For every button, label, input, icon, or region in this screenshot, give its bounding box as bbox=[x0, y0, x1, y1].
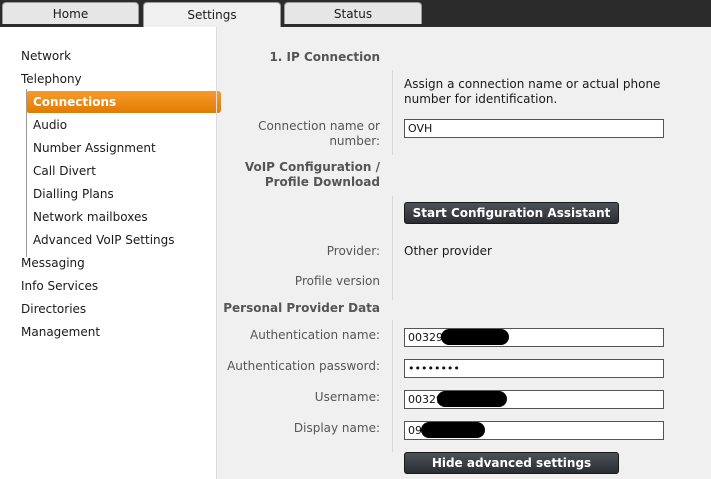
sidebar-item-info-services[interactable]: Info Services bbox=[21, 279, 98, 293]
subnav-guide-line bbox=[26, 89, 27, 257]
sidebar-item-network-mailboxes[interactable]: Network mailboxes bbox=[33, 210, 148, 224]
auth-password-label: Authentication password: bbox=[227, 359, 380, 373]
section-personal-provider-data: Personal Provider Data bbox=[223, 301, 380, 315]
sidebar-divider bbox=[216, 27, 217, 479]
assign-help-text: Assign a connection name or actual phone… bbox=[404, 77, 661, 106]
sidebar-item-advanced-voip[interactable]: Advanced VoIP Settings bbox=[33, 233, 175, 247]
sidebar-item-messaging[interactable]: Messaging bbox=[21, 256, 85, 270]
sidebar-item-management[interactable]: Management bbox=[21, 325, 100, 339]
connection-name-label: Connection name or number: bbox=[258, 119, 380, 148]
tab-status[interactable]: Status bbox=[284, 2, 422, 24]
display-name-label: Display name: bbox=[293, 421, 380, 435]
auth-password-input[interactable] bbox=[404, 359, 664, 378]
sidebar-item-connections[interactable]: Connections bbox=[27, 91, 221, 113]
sidebar-item-telephony[interactable]: Telephony bbox=[21, 72, 82, 86]
sidebar-item-audio[interactable]: Audio bbox=[33, 118, 67, 132]
column-separator bbox=[392, 70, 393, 155]
tab-settings[interactable]: Settings bbox=[143, 2, 281, 27]
auth-name-label: Authentication name: bbox=[250, 328, 380, 342]
sidebar-item-dialling-plans[interactable]: Dialling Plans bbox=[33, 187, 114, 201]
column-separator-2 bbox=[392, 196, 393, 300]
sidebar-item-number-assignment[interactable]: Number Assignment bbox=[33, 141, 156, 155]
redaction-mark bbox=[437, 391, 507, 407]
start-configuration-assistant-button[interactable]: Start Configuration Assistant bbox=[404, 202, 619, 224]
username-label: Username: bbox=[314, 390, 380, 404]
sidebar: Network Telephony Connections Audio Numb… bbox=[0, 27, 221, 479]
section-voip-configuration: VoIP Configuration / Profile Download bbox=[244, 160, 380, 189]
redaction-mark bbox=[441, 329, 509, 345]
redaction-mark bbox=[421, 422, 485, 438]
column-separator-3 bbox=[392, 320, 393, 452]
provider-value: Other provider bbox=[404, 244, 492, 258]
tab-home[interactable]: Home bbox=[2, 2, 139, 24]
hide-advanced-settings-button[interactable]: Hide advanced settings bbox=[404, 452, 619, 474]
sidebar-item-network[interactable]: Network bbox=[21, 49, 71, 63]
sidebar-item-call-divert[interactable]: Call Divert bbox=[33, 164, 96, 178]
profile-version-label: Profile version bbox=[294, 274, 380, 288]
connection-name-input[interactable] bbox=[404, 119, 664, 138]
top-tab-bar: Home Settings Status bbox=[0, 0, 711, 27]
provider-label: Provider: bbox=[326, 244, 380, 258]
sidebar-item-directories[interactable]: Directories bbox=[21, 302, 86, 316]
section-ip-connection: 1. IP Connection bbox=[269, 50, 380, 64]
